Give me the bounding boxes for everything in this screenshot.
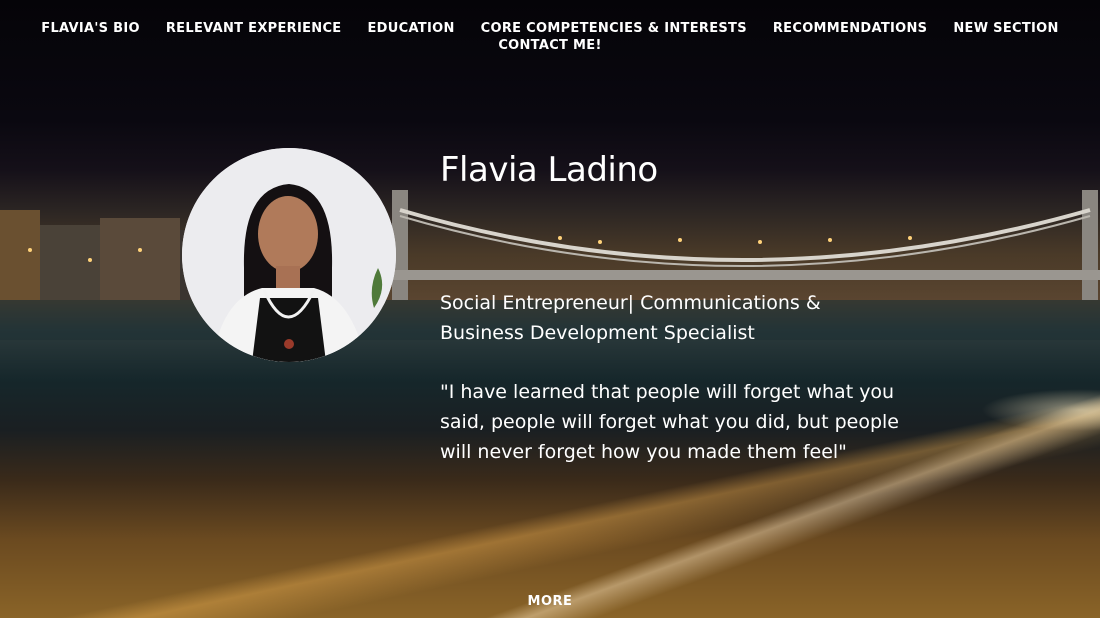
- profile-photo: [182, 148, 396, 362]
- nav-item-contact-me[interactable]: CONTACT ME!: [498, 37, 601, 54]
- nav-item-flavias-bio[interactable]: FLAVIA'S BIO: [41, 20, 140, 37]
- main-navigation: FLAVIA'S BIO RELEVANT EXPERIENCE EDUCATI…: [0, 20, 1100, 54]
- nav-item-relevant-experience[interactable]: RELEVANT EXPERIENCE: [166, 20, 342, 37]
- nav-row-1: FLAVIA'S BIO RELEVANT EXPERIENCE EDUCATI…: [0, 20, 1100, 37]
- profile-portrait-illustration: [182, 148, 396, 362]
- nav-item-recommendations[interactable]: RECOMMENDATIONS: [773, 20, 927, 37]
- nav-item-new-section[interactable]: NEW SECTION: [953, 20, 1058, 37]
- nav-item-education[interactable]: EDUCATION: [367, 20, 454, 37]
- more-button[interactable]: MORE: [0, 594, 1100, 609]
- profile-quote: "I have learned that people will forget …: [440, 381, 899, 463]
- nav-item-core-competencies[interactable]: CORE COMPETENCIES & INTERESTS: [481, 20, 747, 37]
- nav-row-2: CONTACT ME!: [0, 37, 1100, 54]
- profile-name: Flavia Ladino: [440, 150, 658, 190]
- profile-tagline: Social Entrepreneur| Communications & Bu…: [440, 292, 821, 344]
